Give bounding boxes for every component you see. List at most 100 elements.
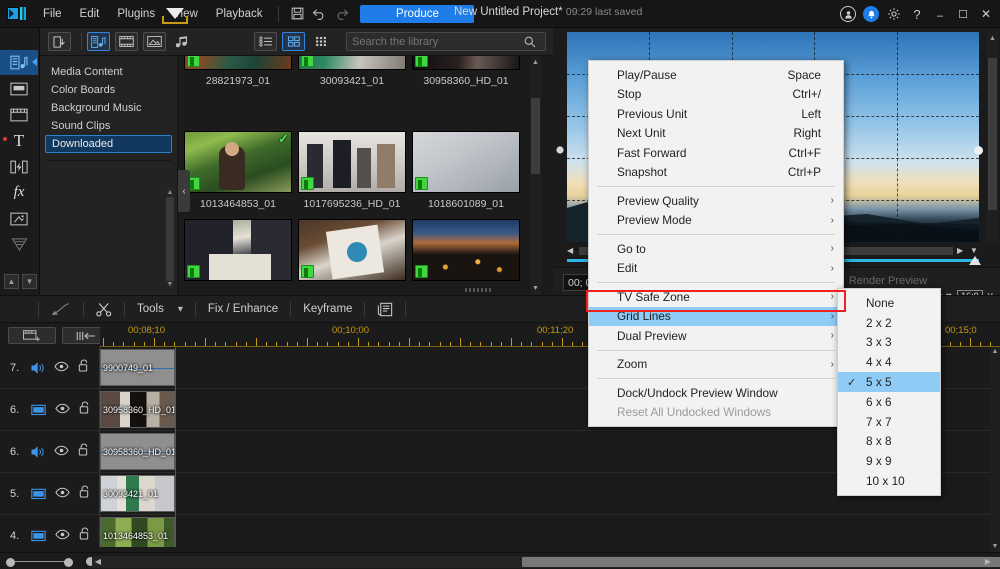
sidebar-item-fx-room[interactable]: fx (0, 180, 38, 205)
audio-track-icon[interactable] (31, 445, 45, 458)
list-item[interactable] (412, 219, 520, 286)
sidebar-scroll-down-arrow[interactable]: ▼ (166, 281, 174, 289)
grid-option-4-x-4[interactable]: 4 x 4 (838, 352, 940, 372)
menu-playback[interactable]: Playback (207, 3, 272, 25)
playhead-marker[interactable] (166, 8, 184, 19)
redo-arrow-icon[interactable] (330, 3, 352, 25)
unlock-padlock-icon[interactable] (78, 443, 90, 461)
sidebar-item-effect-room[interactable] (0, 76, 38, 101)
preview-scroll-thumb[interactable] (988, 58, 997, 210)
grid-option-9-x-9[interactable]: 9 x 9 (838, 451, 940, 471)
menu-item-go-to[interactable]: Go to › (589, 239, 843, 259)
help-button[interactable]: ? (909, 6, 925, 22)
rail-scroll-up[interactable]: ▲ (4, 274, 19, 289)
search-icon[interactable] (524, 36, 536, 48)
hscroll-left-arrow[interactable]: ◀ (93, 557, 103, 567)
menu-edit[interactable]: Edit (71, 3, 109, 25)
user-account-icon[interactable] (840, 6, 856, 22)
list-item[interactable] (184, 219, 292, 286)
video-track-icon[interactable] (31, 530, 46, 542)
library-scrollbar[interactable]: ▲ ▼ (530, 56, 541, 295)
sidebar-item-sound-clips[interactable]: Sound Clips (45, 117, 172, 135)
undo-arrow-icon[interactable] (308, 3, 330, 25)
track-manager-icon[interactable] (8, 327, 56, 344)
media-thumbnail[interactable] (184, 56, 292, 70)
menu-item-previous-unit[interactable]: Previous Unit Left (589, 104, 843, 124)
maximize-button[interactable]: ☐ (955, 6, 971, 22)
preview-context-menu[interactable]: Play/Pause Space Stop Ctrl+/ Previous Unit Le… (588, 60, 844, 427)
menu-item-dual-preview[interactable]: Dual Preview › (589, 326, 843, 346)
sidebar-scroll-up-arrow[interactable]: ▲ (166, 189, 174, 197)
list-item[interactable]: 1018601089_01 (412, 131, 520, 210)
hscroll-right-arrow[interactable]: ▶ (983, 557, 993, 567)
media-thumbnail[interactable] (298, 219, 406, 281)
timeline-clip[interactable]: 1013464853_01 (100, 517, 175, 547)
media-thumbnail[interactable]: ✓ (184, 131, 292, 193)
video-track-icon[interactable] (31, 404, 46, 416)
bell-notification-icon[interactable] (863, 6, 879, 22)
timeline-scroll-down-arrow[interactable]: ▼ (990, 542, 1000, 552)
library-scroll-thumb[interactable] (531, 98, 540, 174)
grid-option-6-x-6[interactable]: 6 x 6 (838, 392, 940, 412)
gear-icon[interactable] (886, 6, 902, 22)
timeline-horizontal-scrollbar[interactable]: ◀ ▶ (92, 556, 1000, 568)
menu-item-fast-forward[interactable]: Fast Forward Ctrl+F (589, 143, 843, 163)
menu-item-stop[interactable]: Stop Ctrl+/ (589, 85, 843, 105)
zoom-out-icon[interactable] (6, 558, 15, 567)
magic-pen-icon[interactable] (39, 295, 83, 323)
timeline-clip[interactable]: 30093421_01 (100, 475, 175, 512)
timeline-zoom-slider[interactable] (6, 557, 78, 567)
unlock-padlock-icon[interactable] (79, 401, 91, 419)
sidebar-item-transition-room[interactable] (0, 154, 38, 179)
sidebar-item-particle-icon[interactable] (0, 232, 38, 257)
sidebar-item-title-room[interactable]: T (0, 128, 38, 153)
timeline-scroll-up-arrow[interactable]: ▲ (990, 347, 1000, 357)
preview-position-marker[interactable] (969, 256, 981, 265)
menu-item-preview-mode[interactable]: Preview Mode › (589, 211, 843, 231)
media-thumbnail[interactable] (298, 131, 406, 193)
preview-scroll-down-arrow[interactable]: ▼ (970, 247, 979, 255)
rail-scroll-down[interactable]: ▼ (22, 274, 37, 289)
list-item[interactable]: 30958360_HD_01 (412, 56, 520, 87)
fix-enhance-button[interactable]: Fix / Enhance (196, 295, 290, 323)
menu-item-play-pause[interactable]: Play/Pause Space (589, 65, 843, 85)
scissors-split-icon[interactable] (84, 295, 124, 323)
keyframe-button[interactable]: Keyframe (291, 295, 364, 323)
audio-track-icon[interactable] (31, 361, 45, 374)
menu-item-zoom[interactable]: Zoom › (589, 355, 843, 375)
sidebar-item-downloaded[interactable]: Downloaded (45, 135, 172, 153)
menu-item-dock-undock-preview-window[interactable]: Dock/Undock Preview Window (589, 383, 843, 403)
chevron-down-icon[interactable]: ▾ (178, 304, 183, 315)
video-track-icon[interactable] (31, 488, 46, 500)
sidebar-item-media-content[interactable]: Media Content (45, 63, 172, 81)
grid-option-none[interactable]: None (838, 293, 940, 313)
list-item[interactable]: ✓ 1013464853_01 (184, 131, 292, 210)
menu-plugins[interactable]: Plugins (108, 3, 164, 25)
search-input[interactable] (352, 35, 524, 48)
menu-item-next-unit[interactable]: Next Unit Right (589, 124, 843, 144)
eye-visibility-icon[interactable] (55, 527, 70, 545)
grid-view-icon[interactable] (282, 32, 305, 51)
all-media-filter[interactable] (87, 32, 110, 51)
video-filter[interactable] (115, 32, 138, 51)
designer-panel-icon[interactable] (365, 295, 405, 323)
render-preview-button[interactable]: Render Preview (832, 273, 944, 289)
timeline-clip[interactable]: 9900749_01 (100, 349, 175, 386)
import-media-icon[interactable] (48, 32, 71, 51)
timeline-clip[interactable]: 30958360_HD_01 (100, 391, 175, 428)
list-item[interactable]: 28821973_01 (184, 56, 292, 87)
eye-visibility-icon[interactable] (55, 401, 70, 419)
menu-item-preview-quality[interactable]: Preview Quality › (589, 191, 843, 211)
tools-dropdown[interactable]: Tools ▾ (125, 295, 195, 323)
library-scroll-down-arrow[interactable]: ▼ (531, 283, 540, 294)
grid-option-2-x-2[interactable]: 2 x 2 (838, 313, 940, 333)
search-box[interactable] (346, 32, 546, 51)
media-thumbnail[interactable] (184, 219, 292, 281)
preview-vertical-scrollbar[interactable]: ▲ (987, 32, 998, 242)
preview-scroll-up-arrow[interactable]: ▲ (988, 33, 997, 44)
list-item[interactable] (298, 219, 406, 286)
image-filter[interactable] (143, 32, 166, 51)
sidebar-item-pip-room[interactable] (0, 102, 38, 127)
grid-option-7-x-7[interactable]: 7 x 7 (838, 412, 940, 432)
eye-visibility-icon[interactable] (54, 359, 69, 377)
